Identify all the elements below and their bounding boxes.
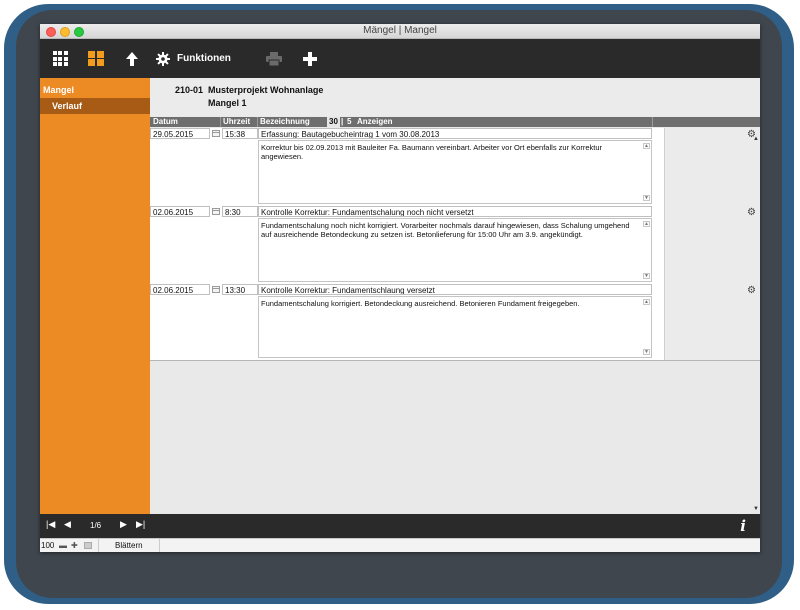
- scroll-up-icon[interactable]: ▲: [753, 136, 759, 142]
- entry-title[interactable]: Kontrolle Korrektur: Fundamentschlaung v…: [258, 284, 652, 295]
- entry-text-content: Fundamentschalung korrigiert. Betondecku…: [261, 299, 580, 308]
- column-uhrzeit[interactable]: Uhrzeit: [223, 117, 250, 127]
- history-row: 02.06.2015 8:30 Kontrolle Korrektur: Fun…: [150, 206, 760, 285]
- first-record-icon[interactable]: |◀: [46, 519, 55, 530]
- layout-view-button[interactable]: [84, 39, 108, 78]
- next-record-icon[interactable]: ▶: [120, 519, 127, 530]
- status-bar: 100 ▬ ✚ Blättern: [40, 538, 760, 552]
- entry-date[interactable]: 02.06.2015: [150, 284, 210, 295]
- entry-date[interactable]: 29.05.2015: [150, 128, 210, 139]
- text-scrollbar[interactable]: ▲ ▼: [643, 143, 650, 201]
- entry-text[interactable]: Fundamentschalung noch nicht korrigiert.…: [258, 218, 652, 282]
- record-position: 1/6: [90, 521, 102, 530]
- toolbar: Funktionen: [40, 39, 760, 78]
- sidebar-item-verlauf[interactable]: Verlauf: [40, 98, 150, 114]
- mode-selector[interactable]: Blättern: [98, 539, 160, 552]
- layout-icon: [88, 50, 104, 67]
- column-divider: [257, 117, 258, 127]
- entry-text[interactable]: Fundamentschalung korrigiert. Betondecku…: [258, 296, 652, 358]
- sidebar-item-mangel[interactable]: Mangel: [40, 82, 153, 98]
- text-scrollbar[interactable]: ▲ ▼: [643, 221, 650, 279]
- functions-button[interactable]: Funktionen: [156, 39, 246, 78]
- entry-time[interactable]: 13:30: [222, 284, 258, 295]
- history-row: 29.05.2015 15:38 Erfassung: Bautagebuche…: [150, 128, 760, 207]
- column-divider: [220, 117, 221, 127]
- calendar-icon[interactable]: [212, 286, 220, 293]
- project-name: Musterprojekt Wohnanlage: [208, 85, 324, 95]
- entry-text[interactable]: Korrektur bis 02.09.2013 mit Bauleiter F…: [258, 140, 652, 204]
- row-action-area: [664, 128, 760, 206]
- page-size[interactable]: 5: [347, 117, 351, 127]
- row-action-area: [664, 284, 760, 360]
- zoom-out-icon[interactable]: ▬: [59, 539, 67, 552]
- zoom-level[interactable]: 100: [41, 539, 54, 552]
- window-title: Mängel | Mangel: [363, 25, 437, 36]
- calendar-icon[interactable]: [212, 130, 220, 137]
- sidebar: Mangel Verlauf: [40, 78, 150, 514]
- count-separator: |: [341, 117, 344, 126]
- column-header: Datum Uhrzeit Bezeichnung 30 | 5 Anzeige…: [150, 117, 760, 127]
- entry-date[interactable]: 02.06.2015: [150, 206, 210, 217]
- up-button[interactable]: [120, 39, 144, 78]
- printer-icon: [266, 51, 282, 66]
- calendar-icon[interactable]: [212, 208, 220, 215]
- project-id: 210-01: [175, 85, 204, 95]
- entry-title[interactable]: Erfassung: Bautagebucheintrag 1 vom 30.0…: [258, 128, 652, 139]
- title-bar: Mängel | Mangel: [40, 24, 760, 39]
- record-navigation-bar: |◀ ◀ 1/6 ▶ ▶| i: [40, 514, 760, 538]
- show-button[interactable]: Anzeigen: [357, 117, 393, 127]
- prev-record-icon[interactable]: ◀: [64, 519, 71, 530]
- column-bezeichnung[interactable]: Bezeichnung: [260, 117, 310, 127]
- main-scrollbar[interactable]: ▲ ▼: [752, 78, 760, 514]
- main-content: 210-01 Musterprojekt Wohnanlage Mangel 1…: [150, 78, 760, 514]
- history-row: 02.06.2015 13:30 Kontrolle Korrektur: Fu…: [150, 284, 760, 361]
- last-record-icon[interactable]: ▶|: [136, 519, 145, 530]
- mangel-title: Mangel 1: [208, 98, 247, 108]
- record-count: 30: [327, 117, 340, 127]
- functions-label: Funktionen: [177, 53, 231, 64]
- column-datum[interactable]: Datum: [153, 117, 178, 127]
- entry-text-content: Korrektur bis 02.09.2013 mit Bauleiter F…: [261, 143, 602, 161]
- text-scrollbar[interactable]: ▲ ▼: [643, 299, 650, 355]
- entry-time[interactable]: 8:30: [222, 206, 258, 217]
- add-button[interactable]: [298, 39, 322, 78]
- row-action-area: [664, 206, 760, 284]
- print-button[interactable]: [262, 39, 286, 78]
- entry-text-content: Fundamentschalung noch nicht korrigiert.…: [261, 221, 630, 239]
- entry-time[interactable]: 15:38: [222, 128, 258, 139]
- record-header: 210-01 Musterprojekt Wohnanlage Mangel 1: [150, 78, 760, 116]
- arrow-up-icon: [126, 51, 138, 66]
- plus-icon: [303, 51, 317, 66]
- scroll-down-icon[interactable]: ▼: [753, 506, 759, 512]
- grid-view-button[interactable]: [48, 39, 72, 78]
- zoom-in-icon[interactable]: ✚: [71, 539, 78, 552]
- info-icon[interactable]: i: [740, 517, 746, 535]
- entry-title[interactable]: Kontrolle Korrektur: Fundamentschalung n…: [258, 206, 652, 217]
- layout-toggle-icon[interactable]: [84, 542, 92, 549]
- column-divider: [652, 117, 653, 127]
- gear-icon: [156, 51, 170, 66]
- grid-icon: [52, 51, 68, 66]
- app-window: Mängel | Mangel Funktionen Mangel Verlau…: [40, 24, 760, 552]
